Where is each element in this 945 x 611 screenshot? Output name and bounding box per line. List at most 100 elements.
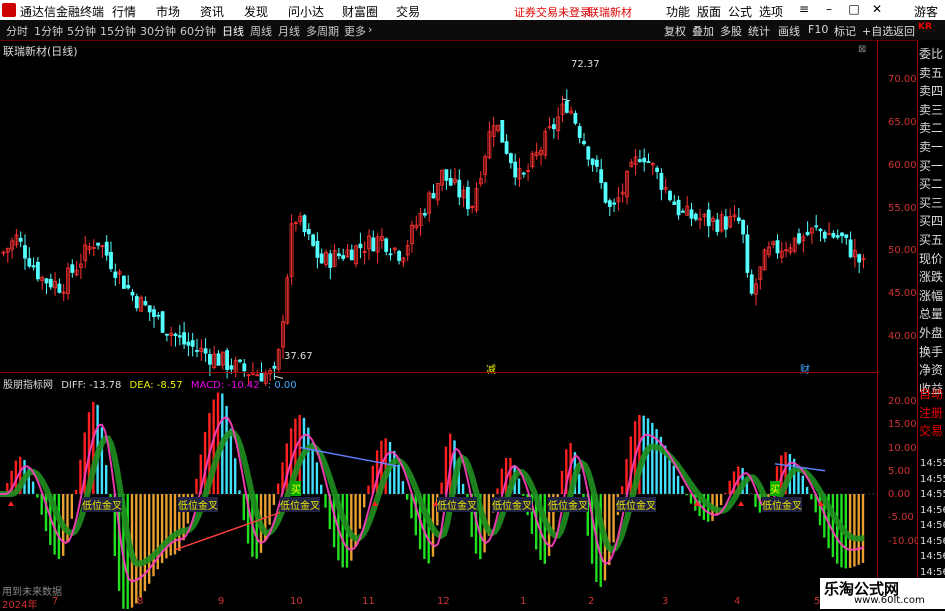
period-day[interactable]: 日线 — [222, 23, 244, 39]
btn-fuquan[interactable]: 复权 — [664, 23, 686, 39]
period-week[interactable]: 周线 — [250, 23, 272, 39]
btn-zixuan[interactable]: +自选 — [862, 23, 893, 39]
candle-body — [715, 219, 720, 232]
candle-body — [595, 159, 599, 167]
candle-body — [195, 350, 199, 352]
candle-body — [431, 193, 436, 199]
maximize-icon[interactable]: □ — [847, 2, 861, 16]
menu-gongneng[interactable]: 功能 — [666, 3, 690, 20]
period-1min[interactable]: 1分钟 — [34, 23, 63, 39]
period-15min[interactable]: 15分钟 — [100, 23, 136, 39]
period-month[interactable]: 月线 — [278, 23, 300, 39]
menu-hangqing[interactable]: 行情 — [112, 3, 136, 20]
candle-body — [388, 253, 393, 256]
pane-divider[interactable] — [0, 372, 877, 373]
candle-body — [306, 228, 311, 235]
marker-cai[interactable]: 财 — [800, 361, 810, 376]
btn-duogu[interactable]: 多股 — [720, 23, 742, 39]
candle-body — [797, 233, 801, 244]
period-5min[interactable]: 5分钟 — [67, 23, 96, 39]
indicator-dea: DEA: -8.57 — [129, 380, 183, 391]
candle-body — [814, 225, 819, 228]
candle-body — [31, 265, 36, 268]
user-label[interactable]: 游客 — [914, 3, 938, 20]
menu-gongshi[interactable]: 公式 — [728, 3, 752, 20]
chevron-right-icon[interactable]: › — [368, 23, 372, 36]
menu-zixun[interactable]: 资讯 — [200, 3, 224, 20]
btn-huaxian[interactable]: 画线 — [778, 23, 800, 39]
period-fenshi[interactable]: 分时 — [6, 23, 28, 39]
candle-body — [564, 100, 569, 113]
candle-body — [724, 216, 728, 230]
ind-tick: 20.00 — [888, 396, 917, 407]
candle-body — [504, 141, 509, 154]
menu-shichang[interactable]: 市场 — [156, 3, 180, 20]
candle-body — [646, 161, 651, 163]
period-30min[interactable]: 30分钟 — [140, 23, 176, 39]
candle-body — [448, 178, 453, 186]
candle-body — [745, 234, 750, 273]
candle-body — [126, 284, 131, 289]
candle-body — [23, 245, 27, 259]
candle-body — [681, 210, 685, 213]
golden-cross-label: 低位金叉 — [548, 497, 588, 512]
quote-field-10: 买五 — [919, 233, 944, 247]
quote-field-20[interactable]: 注册 — [919, 404, 945, 422]
menu-jiaoyi[interactable]: 交易 — [396, 3, 420, 20]
kr-badge: KR — [918, 22, 932, 32]
candle-body — [465, 186, 470, 210]
candle-body — [676, 199, 681, 216]
menu-faxian[interactable]: 发现 — [244, 3, 268, 20]
ind-tick: -10.00 — [888, 536, 921, 547]
btn-diejia[interactable]: 叠加 — [692, 23, 714, 39]
quote-field-6: 买一 — [919, 158, 944, 173]
quote-field-2: 卖四 — [919, 84, 944, 99]
candle-body — [216, 353, 221, 366]
menu-caifuquan[interactable]: 财富圈 — [342, 3, 378, 20]
footnote: 用到未来数据 — [2, 587, 62, 598]
menu-banmian[interactable]: 版面 — [697, 3, 721, 20]
menu-xuanxiang[interactable]: 选项 — [759, 3, 783, 20]
candle-body — [152, 309, 156, 317]
quote-field-17: 净资 — [919, 363, 944, 378]
trade-status[interactable]: 证券交易未登录 — [514, 4, 591, 20]
menu-icon[interactable]: ≡ — [797, 2, 811, 16]
quote-field-21[interactable]: 交易 — [919, 422, 945, 440]
btn-fanhui[interactable]: 返回 — [893, 23, 915, 39]
period-60min[interactable]: 60分钟 — [180, 23, 216, 39]
candle-body — [134, 296, 139, 309]
tick-time: 14:55 — [920, 489, 945, 500]
candle-body — [182, 332, 187, 345]
minimize-icon[interactable]: – — [822, 2, 836, 16]
candle-body — [36, 261, 40, 280]
menu-wenxiaoda[interactable]: 问小达 — [288, 3, 324, 20]
quote-field-3: 卖三 — [919, 102, 944, 117]
candle-body — [48, 278, 53, 288]
candle-body — [599, 169, 604, 183]
divergence-line — [299, 446, 399, 467]
kline-chart[interactable] — [0, 40, 877, 609]
candle-body — [143, 300, 148, 306]
candle-body — [70, 264, 75, 273]
btn-f10[interactable]: F10 — [808, 23, 828, 36]
arrow-up-icon — [738, 501, 744, 506]
indicator-name[interactable]: 股朋指标网 — [3, 376, 53, 391]
marker-jian[interactable]: 减 — [486, 361, 496, 376]
tick-time: 14:56 — [920, 504, 945, 516]
candle-body — [384, 238, 389, 252]
period-more[interactable]: 更多 — [344, 23, 366, 39]
btn-tongji[interactable]: 统计 — [748, 23, 770, 39]
candle-body — [775, 240, 780, 254]
candle-body — [122, 275, 126, 289]
candle-body — [457, 179, 462, 198]
period-multi[interactable]: 多周期 — [306, 23, 339, 39]
close-icon[interactable]: ✕ — [870, 2, 884, 16]
indicator-diff: DIFF: -13.78 — [61, 380, 122, 391]
candle-body — [552, 124, 556, 130]
quote-field-5: 卖一 — [919, 140, 944, 154]
quote-field-19[interactable]: 自动 — [919, 385, 945, 403]
candle-body — [44, 278, 49, 284]
quote-field-12: 涨跌 — [919, 270, 944, 285]
candle-body — [225, 350, 230, 371]
btn-biaoji[interactable]: 标记 — [834, 23, 856, 39]
